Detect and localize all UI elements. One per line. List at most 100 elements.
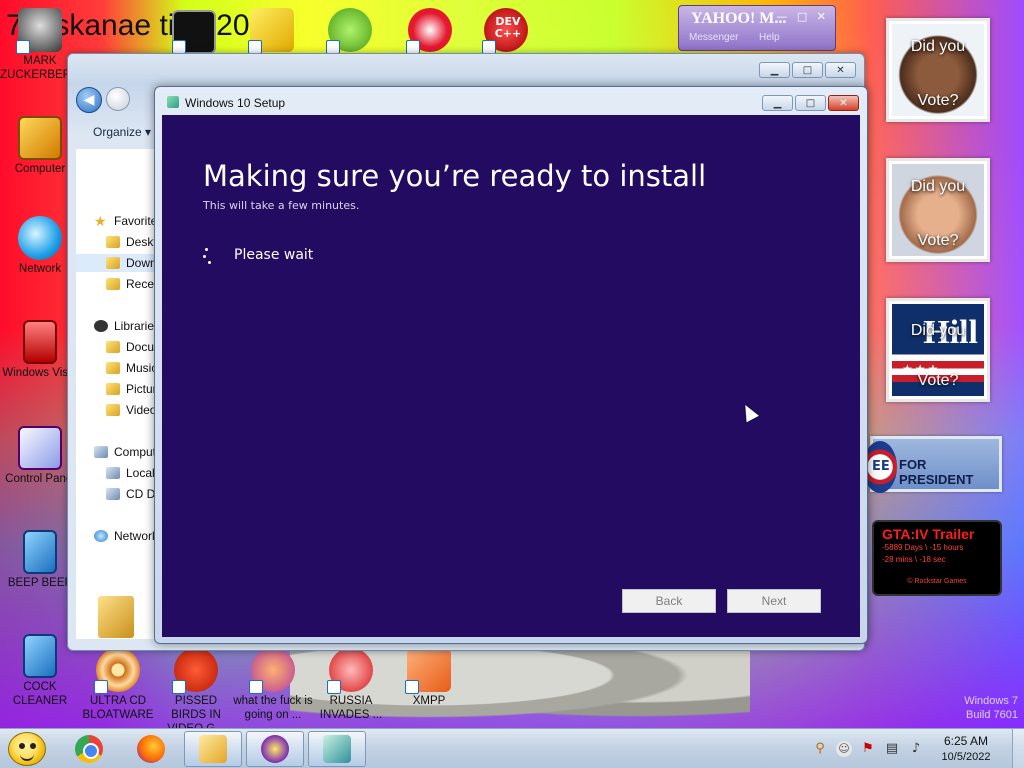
next-button[interactable]: Next [727,589,821,613]
dev-cpp-label: DEV C++ [494,15,522,40]
desktop-icon-russia[interactable]: RUSSIA INVADES ... [311,648,391,722]
desktop-icon-label: COCK CLEANER [12,681,68,707]
taskbar-explorer-button[interactable] [184,731,242,767]
windows-setup-icon [323,735,351,763]
start-button[interactable] [8,732,46,766]
search-icon[interactable]: ⚲ [812,741,828,757]
photo-caption-bottom: Vote? [917,92,959,109]
close-button[interactable]: ✕ [825,62,856,78]
gta-footer: © Rockstar Games [907,578,967,585]
desktop-icon-folder-stack[interactable] [232,8,312,54]
russia-icon [327,648,373,694]
action-center-flag-icon[interactable]: ⚑ [860,741,876,757]
taskbar-yahoo-button[interactable] [246,731,304,767]
folder-icon [106,236,120,248]
taskbar: ⚲ ☺ ⚑ ▤ ♪ 6:25 AM 10/5/2022 [0,728,1024,768]
setup-window-controls: ▁ □ ✕ [762,95,859,111]
setup-window-title: Windows 10 Setup [185,96,286,110]
nav-item-favorites[interactable]: ★ Favorites [94,212,163,230]
folder-stack-icon [248,8,294,54]
gadget-controls-icon[interactable]: — □ ✕ [776,10,829,23]
photo-gadget-1[interactable]: Did you Vote? [886,18,990,122]
desktop-icon-xmpp[interactable]: XMPP [389,648,469,708]
minimize-button[interactable]: ▁ [759,62,790,78]
firefox-icon [137,735,165,763]
gta-countdown-gadget[interactable]: GTA:IV Trailer -5889 Days \ -15 hours -2… [872,520,1002,596]
photo-caption-bottom: Vote? [917,232,959,249]
mark-zuckerberg-icon [16,8,62,54]
desktop-icon-p[interactable] [390,8,470,54]
loading-spinner-icon [203,247,219,265]
organize-menu[interactable]: Organize ▾ [93,125,151,139]
forward-arrow-icon[interactable] [106,87,130,111]
photo-gadget-3[interactable]: Hill ★★★ Did you Vote? [886,298,990,402]
photo-gadget-2[interactable]: Did you Vote? [886,158,990,262]
desktop-icon-pissed-birds[interactable]: PISSED BIRDS IN VIDEO G... [156,648,236,728]
taskbar-firefox-button[interactable] [122,731,180,767]
taskbar-clock[interactable]: 6:25 AM 10/5/2022 [930,733,1002,765]
network-icon [94,530,108,542]
desktop-icon-dev-cpp[interactable]: DEV C++ [466,8,546,54]
cd-drive-icon [106,488,120,500]
desktop-icon-label: PISSED BIRDS IN VIDEO G... [167,695,225,728]
watermark-line-1: Windows 7 [964,695,1018,707]
library-icon [94,320,108,332]
desktop-icon-pig[interactable] [310,8,390,54]
volume-icon[interactable]: ♪ [908,741,924,757]
photo-image: Hill ★★★ Did you Vote? [892,304,984,396]
minimize-button[interactable]: ▁ [762,95,793,111]
navigation-pane: ★Favorites Desktop Downloads Recent Plac… [76,149,203,639]
photo-caption-top: Did you [910,178,966,195]
control-panel-icon [18,426,62,470]
yahoo-messenger-gadget[interactable]: YAHOO! M... Messenger Help — □ ✕ [678,5,836,51]
nav-item-music[interactable]: Music [106,359,157,377]
close-button[interactable]: ✕ [828,95,859,111]
taskbar-setup-button[interactable] [308,731,366,767]
campaign-badge-icon: EE [863,441,897,493]
yahoo-help-link[interactable]: Help [759,32,780,43]
nav-item-label: Network [114,529,159,543]
explorer-window-controls: ▁ □ ✕ [759,62,856,78]
president-gadget[interactable]: EE FOR PRESIDENT [863,436,1002,493]
watermark-line-2: Build 7601 [966,709,1018,721]
folder-icon [106,341,120,353]
desktop-icon-label: what the fuck is going on ... [233,695,313,721]
desktop-icon-label: XMPP [412,695,446,707]
setup-content-panel: Making sure you’re ready to install This… [162,115,860,637]
computer-icon [18,116,62,160]
star-icon: ★ [94,213,107,229]
desktop-icon-what-the[interactable]: what the fuck is going on ... [233,648,313,722]
show-desktop-button[interactable] [1012,729,1024,768]
command-prompt-icon [172,10,216,54]
folder-preview-icon [98,596,134,638]
yahoo-messenger-icon [261,735,289,763]
setup-subheading: This will take a few minutes. [203,199,360,212]
nav-item-libraries[interactable]: Libraries [94,317,160,335]
clock-date: 10/5/2022 [941,751,991,763]
gta-countdown-line-2: -28 mins \ -18 sec [882,555,946,564]
folder-icon [106,404,120,416]
bird-icon [172,648,218,694]
help-icon[interactable]: ☺ [836,741,852,757]
photo-image: Did you Vote? [892,24,984,116]
president-text: FOR PRESIDENT [899,457,974,487]
nav-item-network[interactable]: Network [94,527,158,545]
cock-cleaner-icon [23,634,57,678]
maximize-button[interactable]: □ [795,95,826,111]
maximize-button[interactable]: □ [792,62,823,78]
setup-app-icon [167,96,179,108]
nav-item-downloads[interactable]: Downloads [76,254,164,272]
network-status-icon[interactable]: ▤ [884,741,900,757]
windows-build-watermark: Windows 7 Build 7601 [918,694,1018,722]
desktop-icon-label: RUSSIA INVADES ... [319,695,383,721]
desktop-icon-command-prompt[interactable] [154,10,234,56]
back-arrow-icon[interactable]: ◀ [76,87,102,113]
system-tray: ⚲ ☺ ⚑ ▤ ♪ [812,741,924,757]
taskbar-chrome-button[interactable] [60,731,118,767]
photo-caption-top: Did you [910,322,966,339]
drive-icon [106,467,120,479]
windows-setup-window[interactable]: Windows 10 Setup ▁ □ ✕ Making sure you’r… [154,86,868,644]
back-button[interactable]: Back [622,589,716,613]
photo-caption-bottom: Vote? [917,372,959,389]
desktop-icon-ultra-cd[interactable]: ULTRA CD BLOATWARE [78,648,158,722]
